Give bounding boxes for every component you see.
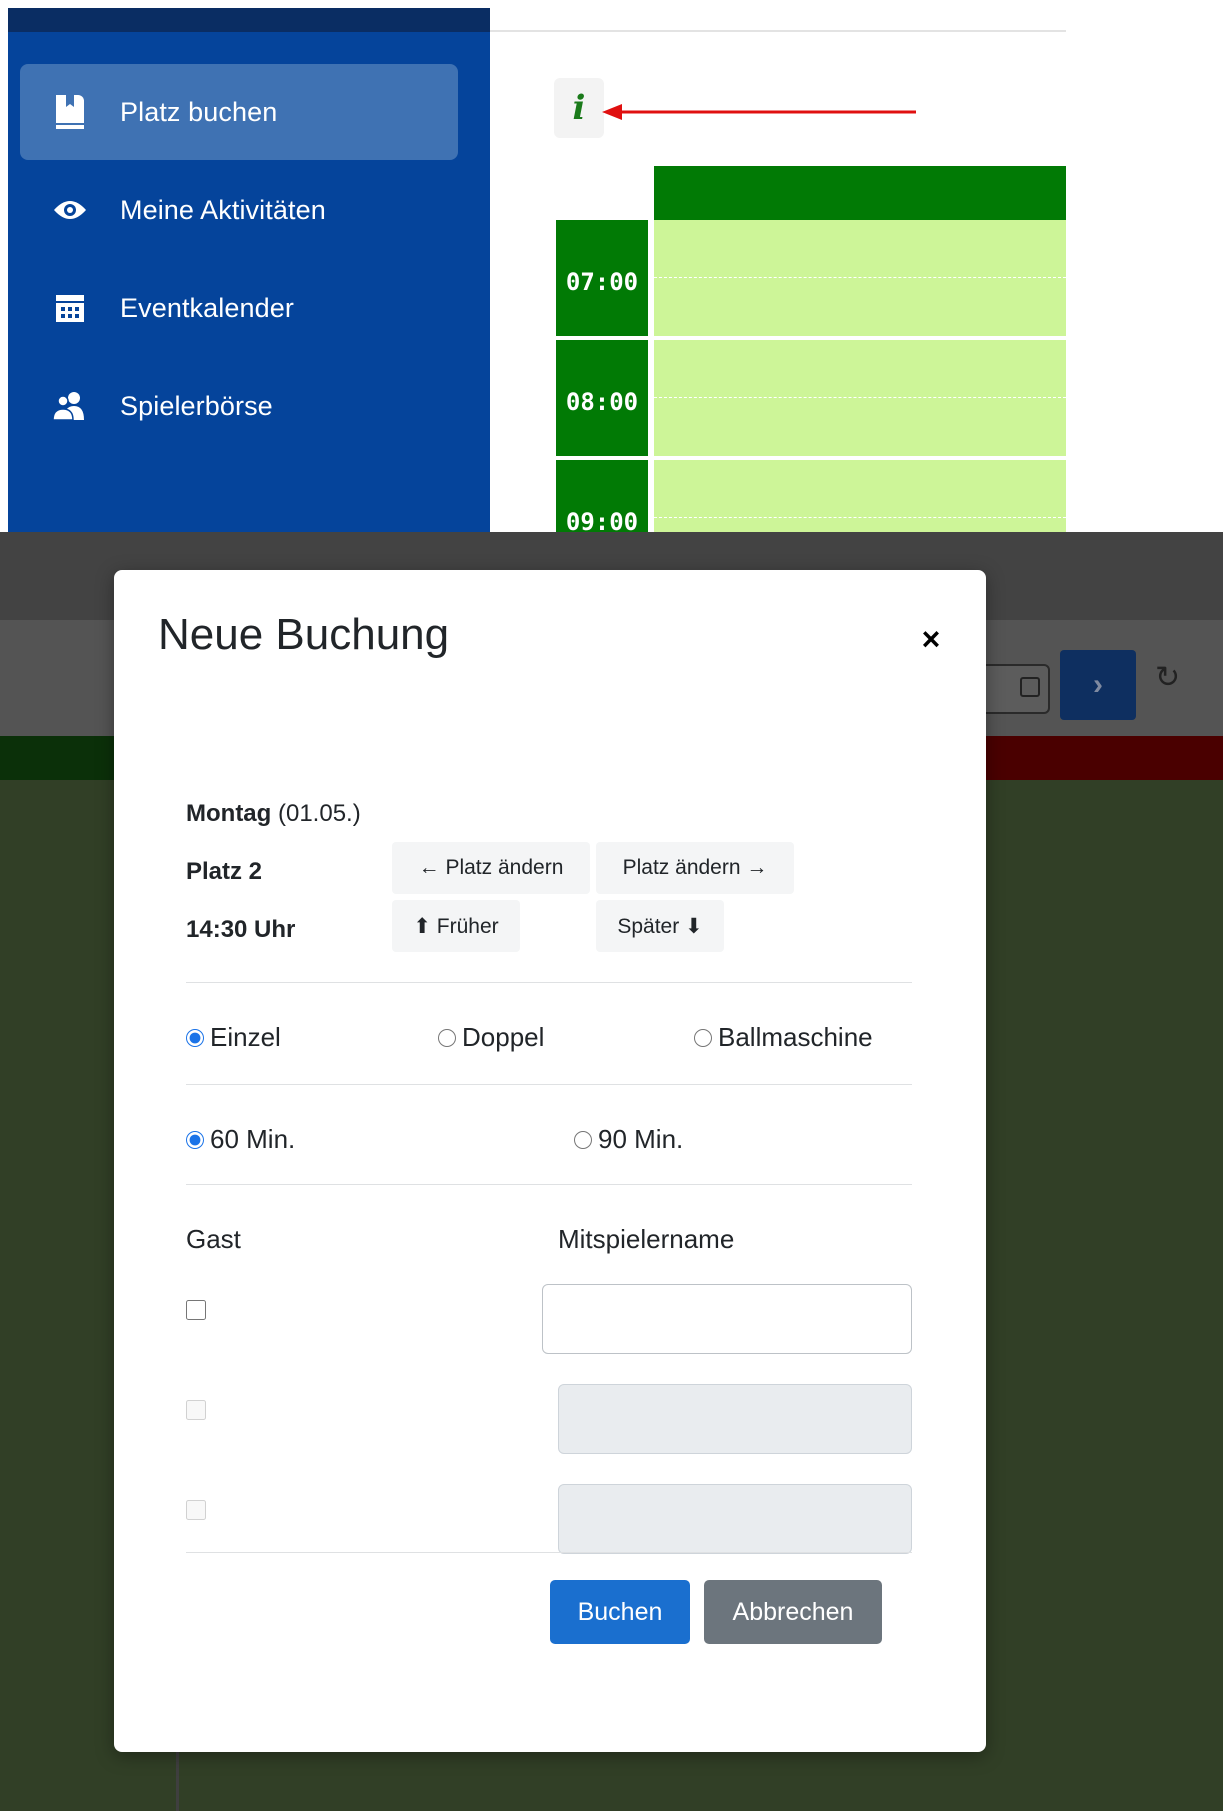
day-date: (01.05.) [277,800,361,827]
sidebar: Platz buchen Meine Aktivitäten Eventkale… [8,8,490,532]
radio-ballmaschine[interactable] [694,1028,712,1047]
booking-app-screenshot: Platz buchen Meine Aktivitäten Eventkale… [0,0,1223,532]
duration-90[interactable]: 90 Min. [574,1124,683,1155]
users-icon [50,386,90,426]
play-type-einzel[interactable]: Einzel [186,1022,281,1053]
time-label: 07:00 [556,220,648,336]
eye-icon [50,190,90,230]
play-type-ballmaschine[interactable]: Ballmaschine [694,1022,873,1053]
radio-label: Ballmaschine [718,1022,873,1052]
court-prev-button[interactable]: ← Platz ändern [392,842,590,894]
partner-name-input-2[interactable] [558,1384,912,1454]
partner-name-input-1[interactable] [542,1284,912,1354]
booking-dialog-screenshot: › ↻ Neue Buchung × Montag (01.05.) Platz… [0,532,1223,1811]
radio-60-min[interactable] [186,1130,204,1149]
booking-court: Platz 2 [186,858,263,885]
info-icon: i [572,88,586,128]
time-slot[interactable] [654,220,1066,336]
radio-label: 60 Min. [210,1124,296,1154]
sidebar-topbar [8,8,490,32]
divider [186,982,912,983]
refresh-icon: ↻ [1155,661,1181,694]
time-label: 09:00 [556,460,648,532]
half-hour-divider [654,397,1066,398]
calendar-icon [50,288,90,328]
schedule-area: i 07:00 08:00 09:00 [490,8,1066,532]
half-hour-divider [654,277,1066,278]
court-column-header [654,166,1066,220]
sidebar-item-label: Eventkalender [120,292,294,323]
time-slot[interactable] [654,460,1066,532]
topbar-divider [490,30,1066,32]
radio-einzel[interactable] [186,1028,204,1047]
duration-60[interactable]: 60 Min. [186,1124,295,1155]
court-next-button[interactable]: Platz ändern → [596,842,794,894]
sidebar-item-label: Platz buchen [120,96,278,127]
radio-label: Doppel [462,1022,545,1052]
later-button[interactable]: Später ⬇ [596,900,724,952]
sidebar-item-meine-aktivitaeten[interactable]: Meine Aktivitäten [20,162,458,258]
time-slot[interactable] [654,340,1066,456]
calendar-icon [1020,677,1040,697]
sidebar-item-eventkalender[interactable]: Eventkalender [20,260,458,356]
half-hour-divider [654,517,1066,518]
new-booking-modal: Neue Buchung × Montag (01.05.) Platz 2 1… [114,570,986,1752]
modal-title: Neue Buchung [158,610,450,659]
divider [186,1552,912,1553]
divider [186,1184,912,1185]
partner-name-input-3[interactable] [558,1484,912,1554]
guest-checkbox-1[interactable] [186,1300,206,1320]
earlier-button[interactable]: ⬆ Früher [392,900,520,952]
guest-column-header: Gast [186,1224,241,1254]
radio-label: 90 Min. [598,1124,684,1154]
book-button[interactable]: Buchen [550,1580,690,1644]
radio-doppel[interactable] [438,1028,456,1047]
play-type-doppel[interactable]: Doppel [438,1022,544,1053]
chevron-right-icon: › [1060,650,1136,720]
booking-day: Montag (01.05.) [186,800,361,828]
partner-column-header: Mitspielername [558,1224,735,1254]
day-name: Montag [186,800,272,827]
red-arrow-annotation [602,104,916,120]
radio-label: Einzel [210,1022,281,1052]
book-icon [50,92,90,132]
info-button[interactable]: i [554,78,604,138]
cancel-button[interactable]: Abbrechen [704,1580,882,1644]
sidebar-item-label: Meine Aktivitäten [120,194,326,225]
time-label: 08:00 [556,340,648,456]
guest-checkbox-2[interactable] [186,1400,206,1420]
sidebar-item-spielerboerse[interactable]: Spielerbörse [20,358,458,454]
close-icon[interactable]: × [914,622,948,656]
sidebar-item-label: Spielerbörse [120,390,273,421]
sidebar-item-platz-buchen[interactable]: Platz buchen [20,64,458,160]
radio-90-min[interactable] [574,1130,592,1149]
divider [186,1084,912,1085]
booking-time: 14:30 Uhr [186,916,296,943]
background-court-header-occupied [980,736,1223,780]
guest-checkbox-3[interactable] [186,1500,206,1520]
